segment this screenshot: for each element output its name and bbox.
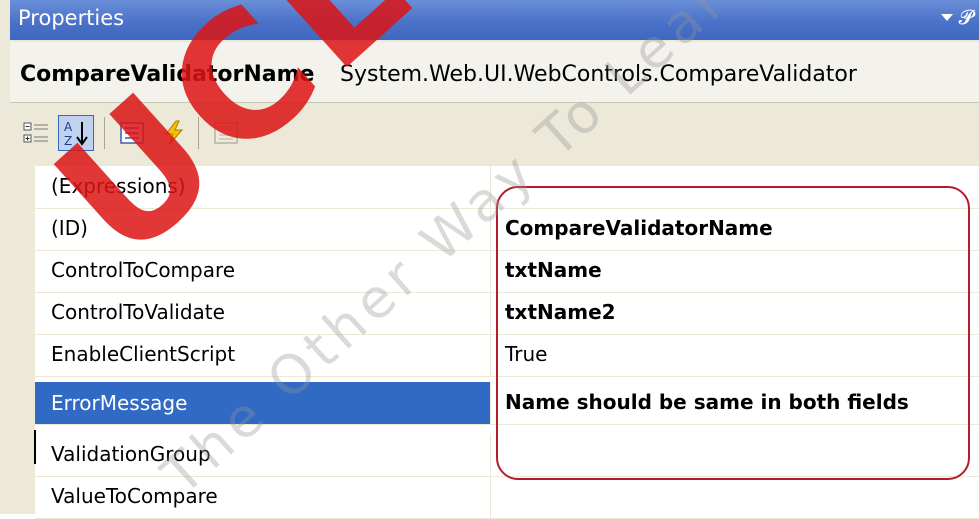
property-pages-button[interactable] — [208, 115, 244, 151]
toolbar-separator — [104, 117, 105, 149]
property-name: (Expressions) — [51, 174, 186, 198]
object-selector[interactable]: CompareValidatorName System.Web.UI.WebCo… — [10, 42, 979, 103]
property-row-value-to-compare[interactable]: ValueToCompare — [35, 476, 979, 519]
categorized-button[interactable] — [18, 115, 54, 151]
events-icon — [164, 120, 184, 146]
property-pages-icon — [214, 122, 238, 144]
properties-button[interactable] — [114, 115, 150, 151]
panel-title: Properties — [18, 6, 125, 30]
properties-icon — [120, 122, 144, 144]
svg-text:Z: Z — [64, 134, 72, 148]
property-name: ControlToCompare — [51, 258, 236, 282]
column-divider — [490, 250, 491, 292]
categorized-icon — [23, 122, 48, 143]
alphabetical-button[interactable]: A Z — [58, 115, 94, 151]
property-grid-gutter — [10, 166, 35, 514]
column-divider — [490, 382, 491, 424]
properties-panel: Properties 𝓟 CompareValidatorName System… — [0, 0, 979, 519]
events-button[interactable] — [156, 115, 192, 151]
object-type: System.Web.UI.WebControls.CompareValidat… — [340, 62, 857, 87]
pin-icon[interactable]: 𝓟 — [959, 5, 973, 29]
properties-toolbar: A Z — [10, 103, 979, 166]
property-name: (ID) — [51, 216, 88, 240]
text-cursor — [34, 430, 36, 464]
alphabetical-icon: A Z — [64, 120, 88, 148]
toolbar-separator — [198, 117, 199, 149]
property-name: ValueToCompare — [51, 484, 218, 508]
property-name: ValidationGroup — [51, 442, 211, 466]
column-divider — [490, 166, 491, 208]
column-divider — [490, 434, 491, 476]
svg-text:A: A — [64, 120, 73, 134]
column-divider — [490, 292, 491, 334]
object-name: CompareValidatorName — [20, 62, 315, 87]
highlight-callout — [496, 186, 970, 480]
panel-title-bar: Properties 𝓟 — [10, 0, 979, 40]
property-name: ControlToValidate — [51, 300, 225, 324]
column-divider — [490, 334, 491, 376]
dropdown-arrow-icon[interactable] — [941, 14, 953, 21]
column-divider — [490, 208, 491, 250]
property-name: ErrorMessage — [35, 382, 490, 424]
property-name: EnableClientScript — [51, 342, 236, 366]
column-divider — [490, 476, 491, 518]
